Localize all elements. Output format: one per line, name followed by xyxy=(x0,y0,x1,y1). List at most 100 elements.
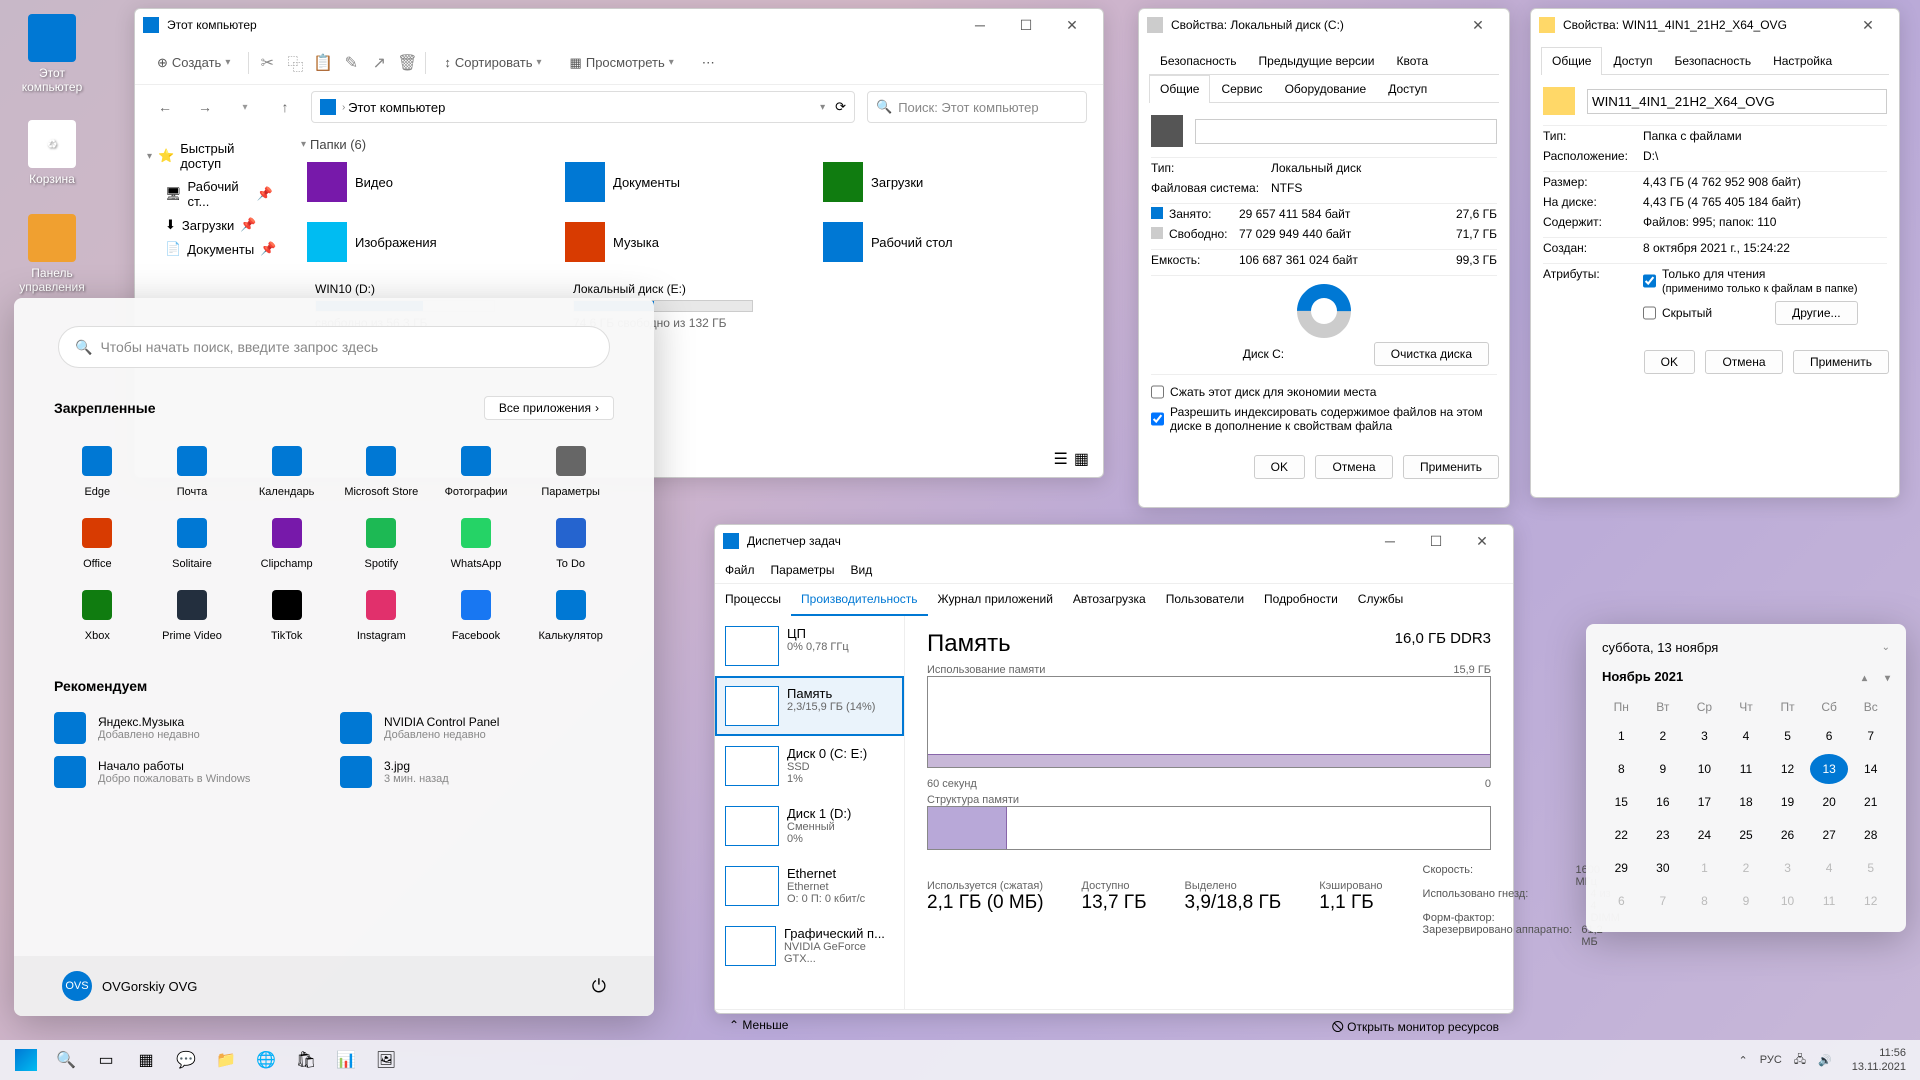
calendar-day[interactable]: 12 xyxy=(1768,754,1807,784)
tab-hardware[interactable]: Оборудование xyxy=(1274,75,1378,102)
desktop-icon-recycle-bin[interactable]: ♻ Корзина xyxy=(14,120,90,186)
menu-view[interactable]: Вид xyxy=(850,563,872,577)
pinned-app[interactable]: Microsoft Store xyxy=(338,438,425,506)
tm-tab[interactable]: Процессы xyxy=(715,584,791,616)
calendar-day[interactable]: 8 xyxy=(1602,754,1641,784)
hidden-checkbox[interactable]: Скрытый xyxy=(1643,306,1712,320)
calendar-day[interactable]: 7 xyxy=(1851,721,1890,751)
pinned-app[interactable]: Spotify xyxy=(338,510,425,578)
maximize-button[interactable]: ☐ xyxy=(1003,9,1049,41)
titlebar[interactable]: Свойства: Локальный диск (C:) ✕ xyxy=(1139,9,1509,41)
tab-sharing[interactable]: Доступ xyxy=(1602,47,1663,74)
forward-button[interactable]: → xyxy=(191,93,219,121)
calendar-day[interactable]: 14 xyxy=(1851,754,1890,784)
search-icon[interactable]: 🔍 xyxy=(46,1040,86,1080)
calendar-day[interactable]: 6 xyxy=(1602,886,1641,916)
pinned-app[interactable]: Календарь xyxy=(243,438,330,506)
next-month-button[interactable]: ▾ xyxy=(1885,673,1890,684)
calendar-day[interactable]: 29 xyxy=(1602,853,1641,883)
folder-item[interactable]: Музыка xyxy=(559,216,809,268)
pinned-app[interactable]: Фотографии xyxy=(433,438,520,506)
delete-icon[interactable]: 🗑 xyxy=(397,53,417,73)
prev-month-button[interactable]: ▴ xyxy=(1862,673,1867,684)
perf-sidebar-item[interactable]: Диск 1 (D:)Сменный0% xyxy=(715,796,904,856)
new-button[interactable]: ⊕ Создать ▾ xyxy=(147,49,240,77)
folder-item[interactable]: Рабочий стол xyxy=(817,216,1067,268)
user-button[interactable]: OVS OVGorskiy OVG xyxy=(62,971,197,1001)
calendar-day[interactable]: 17 xyxy=(1685,787,1724,817)
edge-icon[interactable]: 🌐 xyxy=(246,1040,286,1080)
explorer-icon[interactable]: 📁 xyxy=(206,1040,246,1080)
calendar-day[interactable]: 18 xyxy=(1727,787,1766,817)
folders-header[interactable]: ▾ Папки (6) xyxy=(301,133,1087,156)
calendar-day[interactable]: 4 xyxy=(1810,853,1849,883)
calendar-day[interactable]: 5 xyxy=(1768,721,1807,751)
calendar-day[interactable]: 10 xyxy=(1685,754,1724,784)
calendar-day[interactable]: 23 xyxy=(1644,820,1683,850)
desktop-icon-this-pc[interactable]: Этот компьютер xyxy=(14,14,90,94)
menu-options[interactable]: Параметры xyxy=(771,563,835,577)
rename-icon[interactable]: ✎ xyxy=(341,53,361,73)
more-button[interactable]: ⋯ xyxy=(692,49,725,77)
calendar-day[interactable]: 9 xyxy=(1727,886,1766,916)
calendar-day[interactable]: 3 xyxy=(1768,853,1807,883)
collapse-button[interactable]: ⌄ xyxy=(1882,642,1890,653)
calendar-day[interactable]: 2 xyxy=(1644,721,1683,751)
tray-expand-icon[interactable]: ⌃ xyxy=(1739,1054,1748,1067)
close-button[interactable]: ✕ xyxy=(1049,9,1095,41)
sidebar-item-documents[interactable]: 📄 Документы 📌 xyxy=(143,237,277,261)
titlebar[interactable]: Диспетчер задач ─ ☐ ✕ xyxy=(715,525,1513,557)
pinned-app[interactable]: TikTok xyxy=(243,582,330,650)
network-icon[interactable]: 🖧 xyxy=(1794,1051,1806,1070)
close-button[interactable]: ✕ xyxy=(1459,525,1505,557)
pinned-app[interactable]: Clipchamp xyxy=(243,510,330,578)
pinned-app[interactable]: Prime Video xyxy=(149,582,236,650)
pinned-app[interactable]: Параметры xyxy=(527,438,614,506)
calendar-day[interactable]: 19 xyxy=(1768,787,1807,817)
task-view-icon[interactable]: ▭ xyxy=(86,1040,126,1080)
pinned-app[interactable]: Калькулятор xyxy=(527,582,614,650)
perf-sidebar-item[interactable]: EthernetEthernetО: 0 П: 0 кбит/с xyxy=(715,856,904,916)
drive-name-input[interactable] xyxy=(1195,119,1497,144)
pinned-app[interactable]: Office xyxy=(54,510,141,578)
calendar-day[interactable]: 27 xyxy=(1810,820,1849,850)
photos-icon[interactable]: 🖼 xyxy=(366,1040,406,1080)
calendar-day[interactable]: 1 xyxy=(1685,853,1724,883)
paste-icon[interactable]: 📋 xyxy=(313,53,333,73)
close-button[interactable]: ✕ xyxy=(1455,9,1501,41)
tm-tab[interactable]: Автозагрузка xyxy=(1063,584,1156,616)
search-input[interactable]: 🔍 Поиск: Этот компьютер xyxy=(867,91,1087,123)
calendar-day[interactable]: 10 xyxy=(1768,886,1807,916)
breadcrumb[interactable]: › Этот компьютер ▾ ⟳ xyxy=(311,91,855,123)
calendar-day[interactable]: 15 xyxy=(1602,787,1641,817)
recommended-item[interactable]: NVIDIA Control PanelДобавлено недавно xyxy=(340,712,614,744)
power-button[interactable]: ⏻ xyxy=(592,976,606,997)
pinned-app[interactable]: Edge xyxy=(54,438,141,506)
chat-icon[interactable]: 💬 xyxy=(166,1040,206,1080)
store-icon[interactable]: 🛍 xyxy=(286,1040,326,1080)
apply-button[interactable]: Применить xyxy=(1403,455,1499,479)
chevron-down-icon[interactable]: ▾ xyxy=(231,93,259,121)
taskmgr-icon[interactable]: 📊 xyxy=(326,1040,366,1080)
sidebar-item-downloads[interactable]: ⬇ Загрузки 📌 xyxy=(143,213,277,237)
calendar-day[interactable]: 3 xyxy=(1685,721,1724,751)
tab-tools[interactable]: Сервис xyxy=(1210,75,1273,102)
language-indicator[interactable]: РУС xyxy=(1760,1054,1782,1066)
calendar-day[interactable]: 22 xyxy=(1602,820,1641,850)
tab-general[interactable]: Общие xyxy=(1149,75,1210,103)
maximize-button[interactable]: ☐ xyxy=(1413,525,1459,557)
widgets-icon[interactable]: ▦ xyxy=(126,1040,166,1080)
tab-previous[interactable]: Предыдущие версии xyxy=(1248,47,1386,74)
menu-file[interactable]: Файл xyxy=(725,563,755,577)
calendar-day[interactable]: 28 xyxy=(1851,820,1890,850)
calendar-day[interactable]: 11 xyxy=(1727,754,1766,784)
tab-security[interactable]: Безопасность xyxy=(1664,47,1763,74)
readonly-checkbox[interactable]: Только для чтения(применимо только к фай… xyxy=(1643,267,1858,295)
chevron-down-icon[interactable]: ▾ xyxy=(820,102,825,113)
ok-button[interactable]: OK xyxy=(1644,350,1695,374)
folder-name-input[interactable] xyxy=(1587,89,1887,114)
perf-sidebar-item[interactable]: Графический п...NVIDIA GeForce GTX... xyxy=(715,916,904,976)
tab-general[interactable]: Общие xyxy=(1541,47,1602,75)
up-button[interactable]: ↑ xyxy=(271,93,299,121)
calendar-day[interactable]: 20 xyxy=(1810,787,1849,817)
